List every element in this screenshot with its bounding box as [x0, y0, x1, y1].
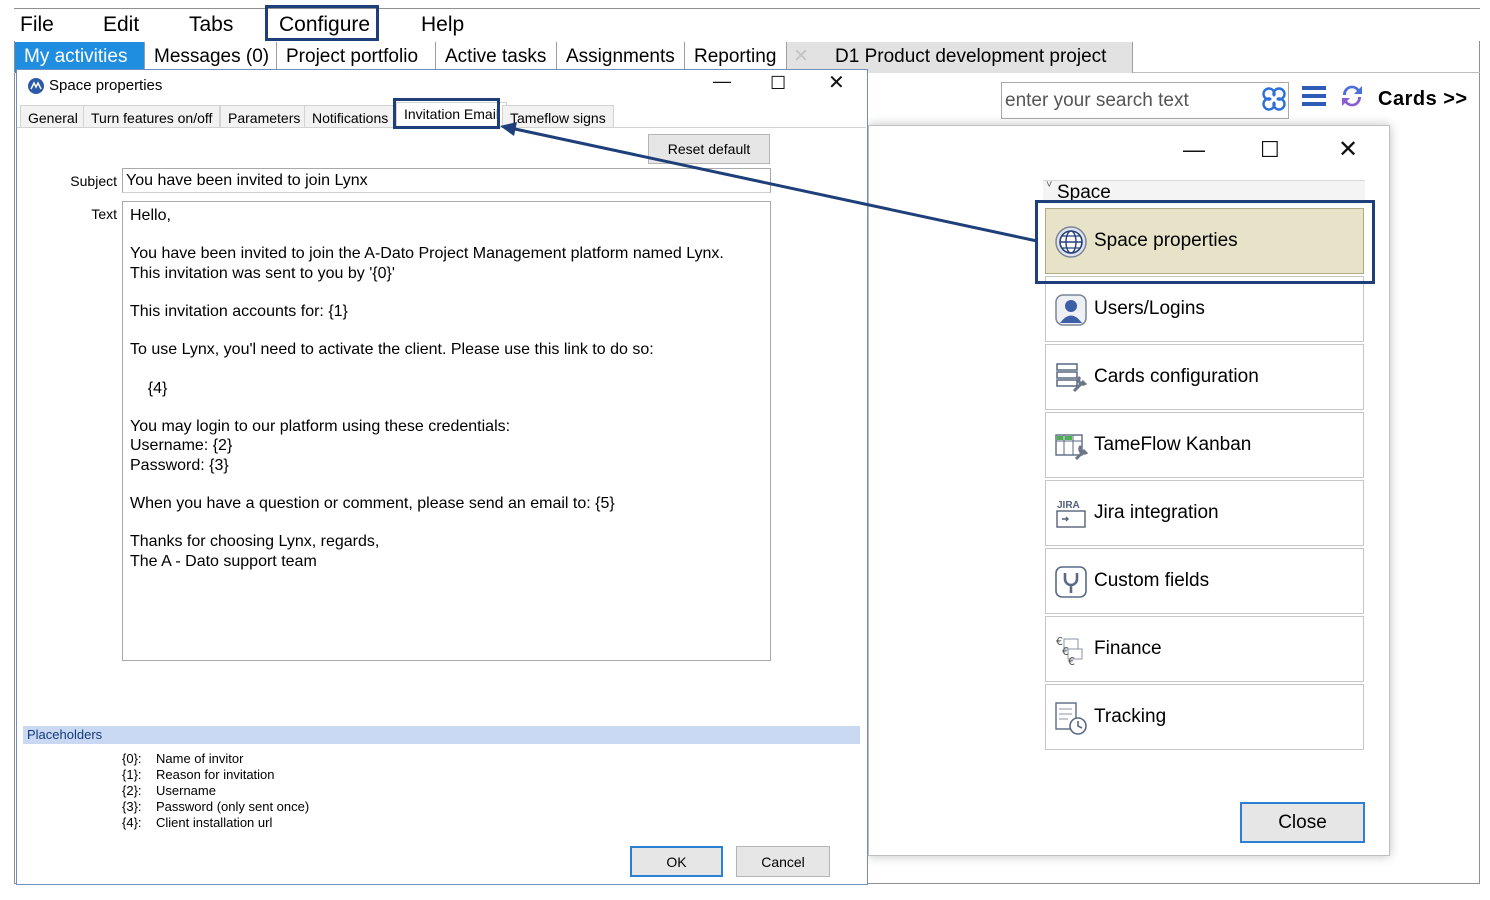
minimize-icon[interactable]: — — [1183, 139, 1205, 161]
refresh-icon[interactable] — [1338, 82, 1366, 110]
search-input[interactable] — [1002, 83, 1254, 118]
close-window-icon[interactable]: ✕ — [1338, 138, 1358, 162]
placeholders-header: Placeholders — [23, 726, 860, 744]
email-body-textarea[interactable]: Hello, You have been invited to join the… — [122, 201, 771, 661]
placeholder-desc: Password (only sent once) — [156, 799, 310, 814]
search-box — [1001, 82, 1289, 119]
custom-fields-icon — [1055, 566, 1087, 598]
app-logo-icon — [28, 78, 44, 94]
placeholder-key: {3}: — [122, 799, 142, 814]
cards-toggle[interactable]: Cards >> — [1378, 88, 1468, 111]
subtab-general[interactable]: General — [20, 105, 86, 128]
menu-bar: File Edit Tabs Configure Help — [14, 9, 1480, 41]
user-icon — [1055, 294, 1087, 326]
subject-label: Subject — [70, 173, 117, 189]
config-item-label: Jira integration — [1094, 502, 1219, 523]
config-item-label: Finance — [1094, 638, 1162, 659]
subtab-notifications[interactable]: Notifications — [304, 105, 397, 128]
placeholder-desc: Name of invitor — [156, 751, 244, 766]
subject-field[interactable] — [122, 168, 771, 193]
placeholder-row: {3}: Password (only sent once) — [122, 799, 309, 814]
config-item-jira-integration[interactable]: JIRA Jira integration — [1045, 480, 1364, 546]
subtab-parameters[interactable]: Parameters — [220, 105, 309, 128]
menu-file[interactable]: File — [20, 13, 54, 37]
space-properties-highlight-box — [1035, 200, 1375, 284]
config-item-tameflow-kanban[interactable]: TameFlow Kanban — [1045, 412, 1364, 478]
placeholder-row: {0}: Name of invitor — [122, 751, 243, 766]
config-item-label: Cards configuration — [1094, 366, 1259, 387]
config-item-label: Users/Logins — [1094, 298, 1205, 319]
svg-text:€: € — [1068, 655, 1075, 667]
config-item-label: Custom fields — [1094, 570, 1210, 591]
ok-button[interactable]: OK — [630, 846, 723, 877]
subtab-turn-features[interactable]: Turn features on/off — [83, 105, 221, 128]
svg-text:JIRA: JIRA — [1057, 500, 1080, 511]
config-item-tracking[interactable]: Tracking — [1045, 684, 1364, 750]
config-item-label: TameFlow Kanban — [1094, 434, 1252, 455]
config-item-users-logins[interactable]: Users/Logins — [1045, 276, 1364, 342]
tracking-clock-icon — [1055, 702, 1087, 735]
placeholder-row: {2}: Username — [122, 783, 216, 798]
config-item-finance[interactable]: € € € Finance — [1045, 616, 1364, 682]
menu-tabs[interactable]: Tabs — [189, 13, 233, 37]
placeholder-row: {1}: Reason for invitation — [122, 767, 275, 782]
text-label: Text — [91, 206, 117, 222]
config-item-cards-configuration[interactable]: Cards configuration — [1045, 344, 1364, 410]
menu-edit[interactable]: Edit — [103, 13, 139, 37]
reset-default-button[interactable]: Reset default — [648, 134, 770, 164]
menu-help[interactable]: Help — [421, 13, 464, 37]
jira-icon: JIRA — [1056, 500, 1086, 528]
tab-project-label: D1 Product development project — [835, 46, 1107, 67]
close-window-icon[interactable]: ✕ — [828, 73, 845, 93]
configure-highlight-box — [265, 5, 379, 41]
close-button[interactable]: Close — [1240, 802, 1365, 843]
placeholder-desc: Reason for invitation — [156, 767, 275, 782]
subtab-tameflow-signs[interactable]: Tameflow signs — [502, 105, 614, 128]
placeholder-row: {4}: Client installation url — [122, 815, 272, 830]
close-tab-icon[interactable]: ✕ — [793, 45, 809, 68]
invitation-tab-highlight-box — [393, 98, 500, 129]
maximize-icon[interactable]: ☐ — [770, 74, 786, 92]
config-item-label: Tracking — [1094, 706, 1167, 727]
placeholder-key: {1}: — [122, 767, 142, 782]
minimize-icon[interactable]: — — [713, 72, 731, 90]
placeholder-key: {2}: — [122, 783, 142, 798]
kanban-board-icon — [1055, 434, 1088, 461]
clear-search-icon[interactable] — [1260, 85, 1288, 113]
collapse-chevron-icon[interactable]: ˅ — [1046, 179, 1052, 191]
config-item-custom-fields[interactable]: Custom fields — [1045, 548, 1364, 614]
cards-config-icon — [1056, 363, 1088, 393]
maximize-icon[interactable]: ☐ — [1260, 139, 1280, 161]
placeholder-key: {0}: — [122, 751, 142, 766]
placeholder-key: {4}: — [122, 815, 142, 830]
placeholder-desc: Client installation url — [156, 815, 273, 830]
cancel-button[interactable]: Cancel — [736, 846, 830, 877]
dialog-title: Space properties — [49, 77, 163, 94]
euro-icon: € € € — [1056, 635, 1083, 667]
menu-lines-icon[interactable] — [1301, 84, 1327, 108]
placeholder-desc: Username — [156, 783, 216, 798]
